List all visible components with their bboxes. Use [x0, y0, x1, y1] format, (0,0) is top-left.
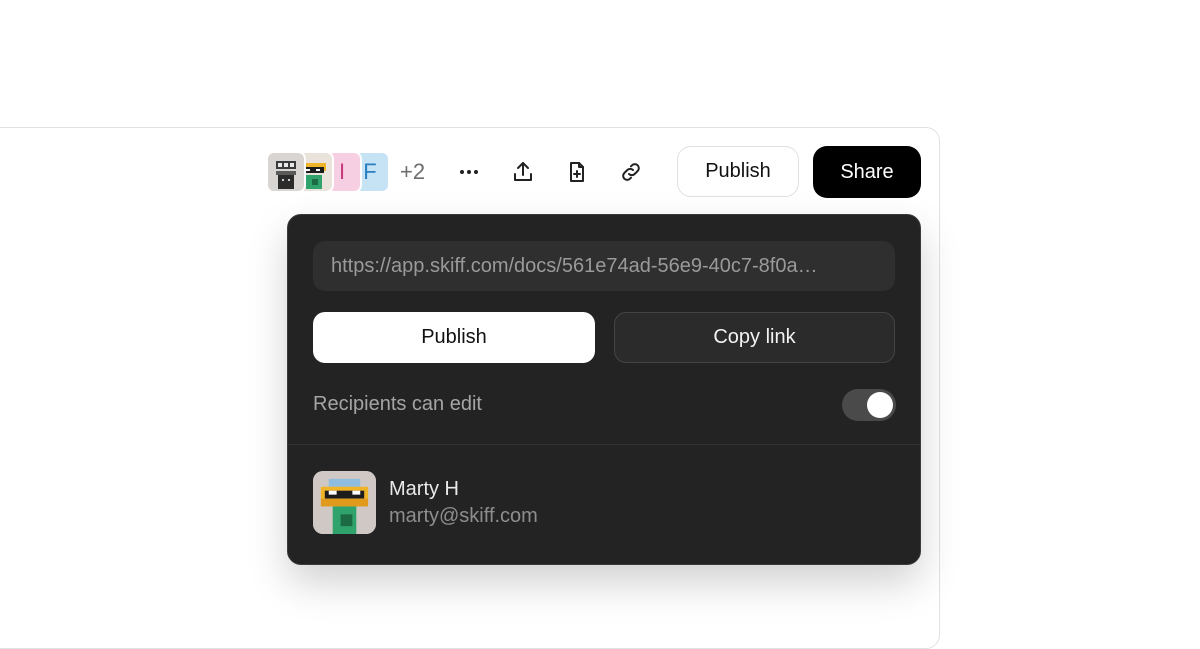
- collaborator-avatars[interactable]: I F +2: [266, 151, 425, 193]
- file-plus-icon: [570, 162, 584, 182]
- share-url-text: https://app.skiff.com/docs/561e74ad-56e9…: [331, 254, 818, 277]
- collaborator-avatar-pixel-1[interactable]: [266, 151, 306, 193]
- share-panel: https://app.skiff.com/docs/561e74ad-56e9…: [287, 214, 921, 565]
- export-button[interactable]: [506, 155, 540, 189]
- copy-link-icon-button[interactable]: [614, 155, 648, 189]
- avatar-initial: F: [363, 159, 377, 184]
- user-avatar: [313, 471, 376, 534]
- avatar-initial: I: [338, 159, 346, 184]
- user-email: marty@skiff.com: [389, 505, 538, 527]
- share-url-field[interactable]: https://app.skiff.com/docs/561e74ad-56e9…: [313, 241, 895, 291]
- more-options-button[interactable]: [452, 155, 486, 189]
- recipients-can-edit-toggle[interactable]: [842, 389, 896, 421]
- publish-button[interactable]: Publish: [677, 146, 799, 197]
- new-document-button[interactable]: [560, 155, 594, 189]
- recipients-can-edit-label: Recipients can edit: [313, 393, 482, 415]
- upload-icon: [514, 162, 532, 181]
- pixel-art-avatar-icon: [313, 471, 376, 534]
- pixel-art-avatar-icon: [270, 155, 302, 189]
- extra-collaborators-count[interactable]: +2: [400, 159, 425, 185]
- toggle-knob: [867, 392, 893, 418]
- panel-divider: [288, 444, 920, 445]
- panel-publish-button[interactable]: Publish: [313, 312, 595, 363]
- share-button[interactable]: Share: [813, 146, 921, 198]
- more-horizontal-icon: [460, 170, 478, 174]
- link-icon: [622, 163, 640, 181]
- copy-link-button[interactable]: Copy link: [614, 312, 895, 363]
- user-name: Marty H: [389, 478, 459, 500]
